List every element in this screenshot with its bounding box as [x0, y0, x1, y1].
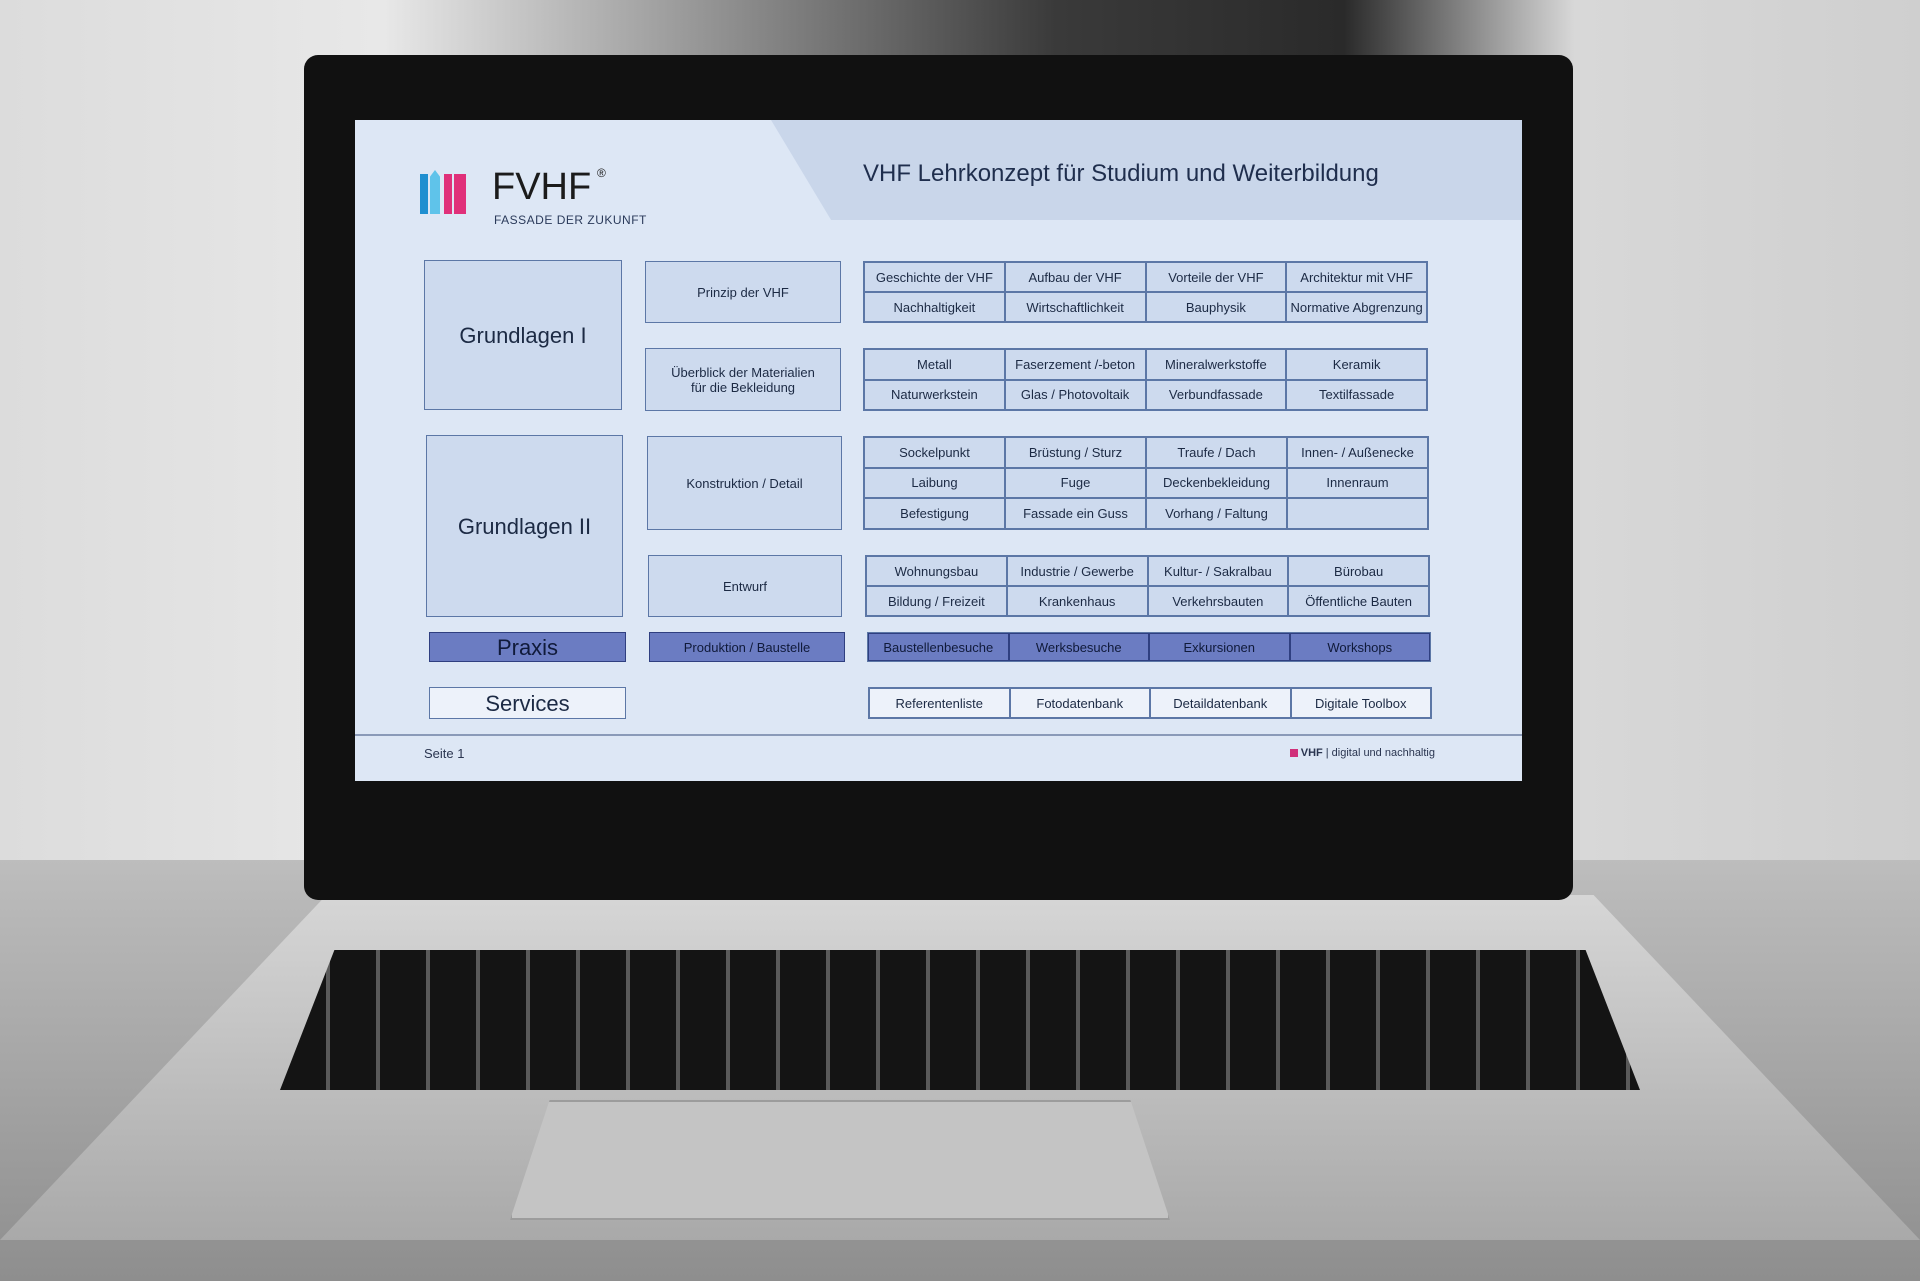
- fvhf-logo-icon: [420, 170, 466, 216]
- grid-cell: Krankenhaus: [1006, 586, 1148, 616]
- grid-cell: Nachhaltigkeit: [864, 292, 1005, 322]
- grid-cell: Baustellenbesuche: [868, 633, 1009, 661]
- grid-cell: Innen- / Außenecke: [1287, 437, 1428, 468]
- grid-services: Referentenliste Fotodatenbank Detaildatenb…: [868, 687, 1432, 719]
- footer-tagline: VHF | digital und nachhaltig: [1289, 747, 1435, 759]
- grid-cell: Exkursionen: [1149, 633, 1290, 661]
- logo-tagline: FASSADE DER ZUKUNFT: [494, 213, 647, 227]
- grid-cell: Referentenliste: [869, 688, 1010, 718]
- grid-praxis: Baustellenbesuche Werksbesuche Exkursionen…: [867, 632, 1431, 662]
- grid-cell: Normative Abgrenzung: [1286, 292, 1427, 322]
- grid-cell: Naturwerkstein: [864, 379, 1005, 410]
- box-grundlagen-2: Grundlagen II: [426, 435, 623, 617]
- grid-cell: Architektur mit VHF: [1286, 262, 1427, 292]
- footer-divider: [355, 734, 1522, 736]
- grid-cell: Digitale Toolbox: [1290, 688, 1431, 718]
- box-entwurf: Entwurf: [648, 555, 842, 617]
- grid-cell: Verbundfassade: [1145, 379, 1287, 410]
- grid-materialien: Metall Faserzement /-beton Mineralwerkstof…: [863, 348, 1428, 411]
- grid-cell: Metall: [864, 349, 1005, 380]
- box-grundlagen-1: Grundlagen I: [424, 260, 622, 410]
- footer-separator: |: [1325, 747, 1329, 759]
- box-prinzip: Prinzip der VHF: [645, 261, 841, 323]
- grid-cell: Sockelpunkt: [864, 437, 1005, 468]
- grid-cell: Vorteile der VHF: [1145, 262, 1287, 292]
- box-produktion: Produktion / Baustelle: [649, 632, 845, 662]
- logo-name: FVHF: [492, 166, 592, 208]
- grid-cell: Laibung: [864, 467, 1005, 499]
- grid-cell: Glas / Photovoltaik: [1004, 379, 1146, 410]
- accent-square-icon: [1289, 749, 1298, 757]
- grid-cell: Fuge: [1005, 467, 1146, 499]
- slide-title: VHF Lehrkonzept für Studium und Weiterbi…: [863, 160, 1379, 187]
- grid-konstruktion: Sockelpunkt Brüstung / Sturz Traufe / Dach…: [863, 436, 1429, 530]
- grid-cell: Fassade ein Guss: [1005, 498, 1146, 529]
- grid-cell: Aufbau der VHF: [1004, 262, 1146, 292]
- laptop-screen-slide: FVHF ® FASSADE DER ZUKUNFT VHF Lehrkonze…: [355, 120, 1522, 781]
- grid-cell: Wohnungsbau: [866, 556, 1007, 586]
- grid-cell: Vorhang / Faltung: [1146, 498, 1287, 529]
- keyboard[interactable]: [280, 950, 1640, 1090]
- grid-cell: Mineralwerkstoffe: [1145, 349, 1287, 380]
- registered-mark: ®: [597, 166, 606, 180]
- grid-cell: Keramik: [1286, 349, 1427, 380]
- grid-cell: Wirtschaftlichkeit: [1004, 292, 1146, 322]
- grid-cell: Bildung / Freizeit: [866, 586, 1007, 616]
- grid-cell: [1287, 498, 1428, 529]
- grid-cell: Bürobau: [1288, 556, 1429, 586]
- grid-cell: Öffentliche Bauten: [1288, 586, 1429, 616]
- touchpad[interactable]: [510, 1100, 1170, 1220]
- grid-grundlagen: Geschichte der VHF Aufbau der VHF Vorteile…: [863, 261, 1428, 323]
- grid-cell: Befestigung: [864, 498, 1005, 529]
- box-konstruktion: Konstruktion / Detail: [647, 436, 842, 530]
- grid-cell: Geschichte der VHF: [864, 262, 1005, 292]
- footer-brand: VHF: [1300, 747, 1323, 759]
- grid-entwurf: Wohnungsbau Industrie / Gewerbe Kultur- / …: [865, 555, 1430, 617]
- box-services: Services: [429, 687, 626, 719]
- grid-cell: Textilfassade: [1286, 379, 1427, 410]
- grid-cell: Verkehrsbauten: [1147, 586, 1289, 616]
- grid-cell: Bauphysik: [1145, 292, 1287, 322]
- grid-cell: Brüstung / Sturz: [1005, 437, 1146, 468]
- box-materialien: Überblick der Materialien für die Beklei…: [645, 348, 841, 411]
- grid-cell: Kultur- / Sakralbau: [1147, 556, 1289, 586]
- page-number: Seite 1: [424, 746, 465, 761]
- grid-cell: Detaildatenbank: [1150, 688, 1291, 718]
- grid-cell: Werksbesuche: [1008, 633, 1149, 661]
- footer-slogan: digital und nachhaltig: [1331, 747, 1435, 759]
- grid-cell: Fotodatenbank: [1009, 688, 1150, 718]
- grid-cell: Deckenbekleidung: [1146, 467, 1287, 499]
- grid-cell: Traufe / Dach: [1146, 437, 1287, 468]
- grid-cell: Faserzement /-beton: [1004, 349, 1146, 380]
- grid-cell: Industrie / Gewerbe: [1006, 556, 1148, 586]
- box-praxis: Praxis: [429, 632, 626, 662]
- grid-cell: Innenraum: [1287, 467, 1428, 499]
- grid-cell: Workshops: [1289, 633, 1430, 661]
